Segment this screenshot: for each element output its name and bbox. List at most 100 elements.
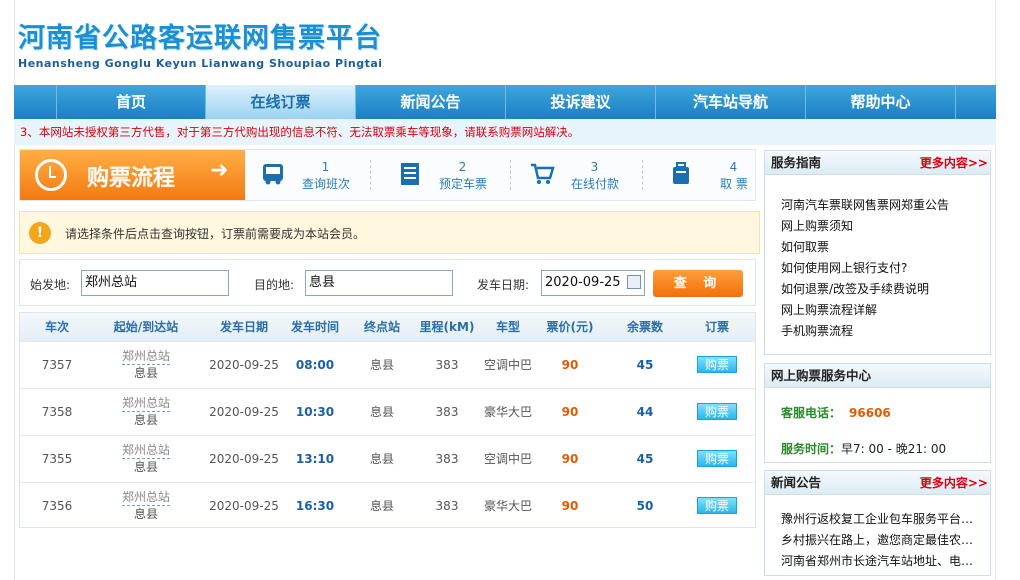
cell-trip-no: 7355 xyxy=(41,452,73,466)
steps-lead-label: 购票流程 xyxy=(87,166,176,191)
search-form: 始发地: 郑州总站 目的地: 息县 发车日期: 2020-09-25 查 询 xyxy=(19,259,756,306)
bus-icon xyxy=(260,161,286,187)
panel-title: 网上购票服务中心 xyxy=(771,368,872,383)
cell-action: 购票 xyxy=(684,389,750,435)
step-divider xyxy=(510,160,511,190)
hotline-row: 客服电话： 96606 xyxy=(781,404,891,421)
cell-route: 郑州总站 息县 xyxy=(94,342,198,388)
from-input[interactable]: 郑州总站 xyxy=(81,270,229,296)
purchase-steps: 购票流程 ➜ 1 查询班次 2 预定车票 3 在线付款 4 取 票 xyxy=(19,149,756,201)
guide-item[interactable]: 河南汽车票联网售票网郑重公告 xyxy=(765,195,990,216)
route-from[interactable]: 郑州总站 xyxy=(121,489,170,506)
nav-item-help[interactable]: 帮助中心 xyxy=(806,85,956,119)
arrow-right-icon: ➜ xyxy=(210,158,229,183)
tip-text: 请选择条件后点击查询按钮，订票前需要成为本站会员。 xyxy=(65,227,366,241)
news-item[interactable]: 豫州行返校复工企业包车服务平台… xyxy=(765,509,990,530)
nav-cap-left xyxy=(14,85,56,119)
buy-ticket-button[interactable]: 购票 xyxy=(697,356,737,373)
table-header: 车次 起始/到达站 发车日期 发车时间 终点站 里程(kM) 车型 票价(元) … xyxy=(20,313,755,341)
hotline-number: 96606 xyxy=(849,406,891,420)
to-label: 目的地: xyxy=(254,278,295,292)
route-from[interactable]: 郑州总站 xyxy=(121,348,170,365)
schedule-table: 车次 起始/到达站 发车日期 发车时间 终点站 里程(kM) 车型 票价(元) … xyxy=(19,312,756,528)
step-label: 预定车票 xyxy=(438,177,487,191)
buy-ticket-button[interactable]: 购票 xyxy=(697,450,737,467)
cell-route: 郑州总站 息县 xyxy=(94,389,198,435)
guide-item[interactable]: 手机购票流程 xyxy=(765,321,990,342)
buy-ticket-button[interactable]: 购票 xyxy=(697,497,737,514)
panel-header: 新闻公告 更多内容>> xyxy=(765,471,990,495)
step-label: 取 票 xyxy=(720,177,748,191)
luggage-icon xyxy=(668,161,694,187)
step-number: 4 xyxy=(729,160,738,174)
cell-trip-no: 7358 xyxy=(41,405,73,419)
hours-label: 服务时间： xyxy=(781,442,842,456)
document-icon xyxy=(397,161,423,187)
to-input[interactable]: 息县 xyxy=(305,270,453,296)
nav-item-station-nav[interactable]: 汽车站导航 xyxy=(656,85,806,119)
step-number: 3 xyxy=(590,160,599,174)
table-row: 7357 郑州总站 息县 2020-09-25 08:00 息县 383 空调中… xyxy=(20,341,755,388)
route-from[interactable]: 郑州总站 xyxy=(121,442,170,459)
info-icon: ! xyxy=(29,222,51,244)
col-header: 车次 xyxy=(44,320,69,334)
nav-item-home[interactable]: 首页 xyxy=(56,85,206,119)
hotline-label: 客服电话： xyxy=(781,406,842,420)
cell-price: 90 xyxy=(561,499,579,513)
col-header: 起始/到达站 xyxy=(113,320,179,334)
site-logo[interactable]: 河南省公路客运联网售票平台 Henansheng Gonglu Keyun Li… xyxy=(18,16,438,70)
col-header: 票价(元) xyxy=(546,320,594,334)
guide-item[interactable]: 如何取票 xyxy=(765,237,990,258)
cart-icon xyxy=(529,161,555,187)
panel-header: 网上购票服务中心 xyxy=(765,364,990,388)
hours-value: 早7: 00 - 晚21: 00 xyxy=(841,442,947,456)
info-tip: ! 请选择条件后点击查询按钮，订票前需要成为本站会员。 xyxy=(19,211,760,254)
more-link[interactable]: 更多内容>> xyxy=(920,151,988,175)
route-to: 息县 xyxy=(133,460,158,474)
cell-route: 郑州总站 息县 xyxy=(94,436,198,482)
news-panel: 新闻公告 更多内容>> 豫州行返校复工企业包车服务平台… 乡村振兴在路上，邀您商… xyxy=(764,470,991,576)
step-number: 2 xyxy=(458,160,467,174)
route-from[interactable]: 郑州总站 xyxy=(121,395,170,412)
steps-lead: 购票流程 ➜ xyxy=(20,150,245,200)
route-to: 息县 xyxy=(133,507,158,521)
news-item[interactable]: 乡村振兴在路上，邀您商定最佳农… xyxy=(765,530,990,551)
buy-ticket-button[interactable]: 购票 xyxy=(697,403,737,420)
step-label: 查询班次 xyxy=(301,177,350,191)
panel-header: 服务指南 更多内容>> xyxy=(765,151,990,175)
table-row: 7355 郑州总站 息县 2020-09-25 13:10 息县 383 空调中… xyxy=(20,435,755,482)
nav-item-news[interactable]: 新闻公告 xyxy=(356,85,506,119)
from-label: 始发地: xyxy=(30,278,71,292)
news-item[interactable]: 河南省郑州市长途汽车站地址、电… xyxy=(765,551,990,572)
cell-seats: 45 xyxy=(636,358,654,372)
guide-item[interactable]: 如何使用网上银行支付? xyxy=(765,258,990,279)
step-divider xyxy=(370,160,371,190)
notice-bar: 3、本网站未授权第三方代售，对于第三方代购出现的信息不符、无法取票乘车等现象，请… xyxy=(14,119,996,145)
calendar-icon[interactable] xyxy=(627,275,641,289)
service-center-panel: 网上购票服务中心 客服电话： 96606 服务时间：早7: 00 - 晚21: 0… xyxy=(764,363,991,463)
cell-trip-no: 7356 xyxy=(41,499,73,513)
nav-item-online-booking[interactable]: 在线订票 xyxy=(206,85,356,119)
panel-title: 新闻公告 xyxy=(771,475,822,490)
cell-trip-no: 7357 xyxy=(41,358,73,372)
step-query: 1 查询班次 xyxy=(248,150,373,200)
cell-seats: 44 xyxy=(636,405,654,419)
step-reserve: 2 预定车票 xyxy=(385,150,510,200)
date-label: 发车日期: xyxy=(477,278,530,292)
logo-title-en: Henansheng Gonglu Keyun Lianwang Shoupia… xyxy=(18,57,383,70)
step-pickup: 4 取 票 xyxy=(656,150,781,200)
cell-route: 郑州总站 息县 xyxy=(94,483,198,529)
cell-price: 90 xyxy=(561,358,579,372)
guide-item[interactable]: 网上购票须知 xyxy=(765,216,990,237)
query-button[interactable]: 查 询 xyxy=(653,270,743,297)
guide-item[interactable]: 网上购票流程详解 xyxy=(765,300,990,321)
step-number: 1 xyxy=(321,160,330,174)
more-link[interactable]: 更多内容>> xyxy=(920,471,988,495)
cell-action: 购票 xyxy=(684,483,750,529)
cell-seats: 45 xyxy=(636,452,654,466)
step-divider xyxy=(642,160,643,190)
cell-action: 购票 xyxy=(684,342,750,388)
guide-item[interactable]: 如何退票/改签及手续费说明 xyxy=(765,279,990,300)
cell-price: 90 xyxy=(561,452,579,466)
nav-item-complaints[interactable]: 投诉建议 xyxy=(506,85,656,119)
